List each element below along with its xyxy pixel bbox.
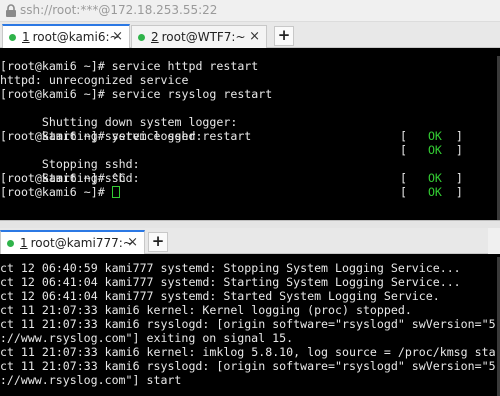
tab-label: root@kami777:~ (30, 236, 133, 250)
terminal-line: Shutting down system logger: [ OK ] (0, 101, 500, 143)
terminal-line: Oct 12 06:41:04 kami777 systemd: Started… (0, 289, 440, 303)
pane-splitter[interactable] (0, 220, 500, 228)
terminal-line: Starting sshd: [ OK ] (0, 157, 500, 199)
terminal-line: Starting system logger: [ OK ] (0, 115, 500, 157)
terminal-line: httpd: unrecognized service (0, 73, 189, 87)
terminal-cursor (111, 186, 120, 198)
tab-root-kami6[interactable]: 1 root@kami6:~ × (2, 24, 130, 48)
add-tab-button[interactable]: + (148, 232, 168, 252)
terminal-line: Oct 11 21:07:33 kami6 rsyslogd: [origin … (0, 317, 500, 331)
terminal-line: Oct 12 06:41:04 kami777 systemd: Startin… (0, 275, 461, 289)
session-connected-icon (138, 33, 145, 41)
terminal-line: Oct 11 21:07:33 kami6 kernel: imklog 5.8… (0, 345, 500, 359)
tab-label: root@kami6:~ (32, 30, 120, 44)
bottom-terminal[interactable]: Oct 12 06:40:59 kami777 systemd: Stoppin… (0, 257, 500, 396)
terminal-line: Stopping sshd: [ OK ] (0, 143, 500, 185)
tab-label: root@WTF7:~ (161, 30, 246, 44)
tab-root-kami777[interactable]: 1 root@kami777:~ × (0, 230, 145, 254)
status-bracket: [ (400, 171, 407, 185)
top-tab-bar: 1 root@kami6:~ × 2 root@WTF7:~ × + (0, 22, 500, 48)
status-bracket: ] (455, 129, 463, 143)
close-icon[interactable]: × (249, 29, 260, 44)
status-bracket: ] (455, 171, 463, 185)
status-bracket: [ (400, 129, 407, 143)
add-tab-button[interactable]: + (274, 26, 294, 46)
terminal-line: Oct 11 21:07:33 kami6 rsyslogd: [origin … (0, 359, 500, 373)
terminal-line: Oct 11 21:07:33 kami6 kernel: Kernel log… (0, 303, 412, 317)
top-terminal[interactable]: [root@kami6 ~]# service httpd restart ht… (0, 56, 500, 220)
terminal-line: [root@kami6 ~]# service httpd restart (0, 59, 259, 73)
status-ok: [ OK ] (400, 185, 463, 199)
window-titlebar: ssh://root:***@172.18.253.55:22 (0, 0, 500, 22)
close-icon[interactable]: × (127, 235, 138, 250)
close-icon[interactable]: × (112, 29, 123, 44)
status-ok-text: OK (427, 185, 442, 199)
status-bracket: [ (400, 185, 407, 199)
terminal-line-text: Starting sshd: (41, 171, 140, 185)
status-bracket: ] (455, 185, 463, 199)
tab-number: 2 (151, 30, 159, 44)
status-ok-text: OK (427, 129, 442, 143)
terminal-line: "http://www.rsyslog.com"] exiting on sig… (0, 331, 294, 345)
tab-number: 1 (22, 30, 30, 44)
bottom-tab-bar: 1 root@kami777:~ × + (0, 228, 500, 254)
terminal-line: [root@kami6 ~]# service rsyslog restart (0, 87, 273, 101)
session-connected-icon (7, 239, 14, 247)
terminal-line: Oct 12 06:40:59 kami777 systemd: Stoppin… (0, 261, 461, 275)
session-connected-icon (9, 33, 16, 41)
terminal-line-text: Starting system logger: (41, 129, 203, 143)
tab-root-wtf7[interactable]: 2 root@WTF7:~ × (131, 25, 267, 48)
status-ok: [ OK ] (400, 171, 463, 185)
window-title: ssh://root:***@172.18.253.55:22 (20, 3, 218, 17)
tabbar-edge (488, 228, 500, 254)
status-ok: [ OK ] (400, 129, 463, 143)
tab-number: 1 (20, 236, 28, 250)
lock-icon (6, 4, 16, 17)
terminal-line: "http://www.rsyslog.com"] start (0, 373, 182, 387)
status-ok-text: OK (427, 171, 442, 185)
